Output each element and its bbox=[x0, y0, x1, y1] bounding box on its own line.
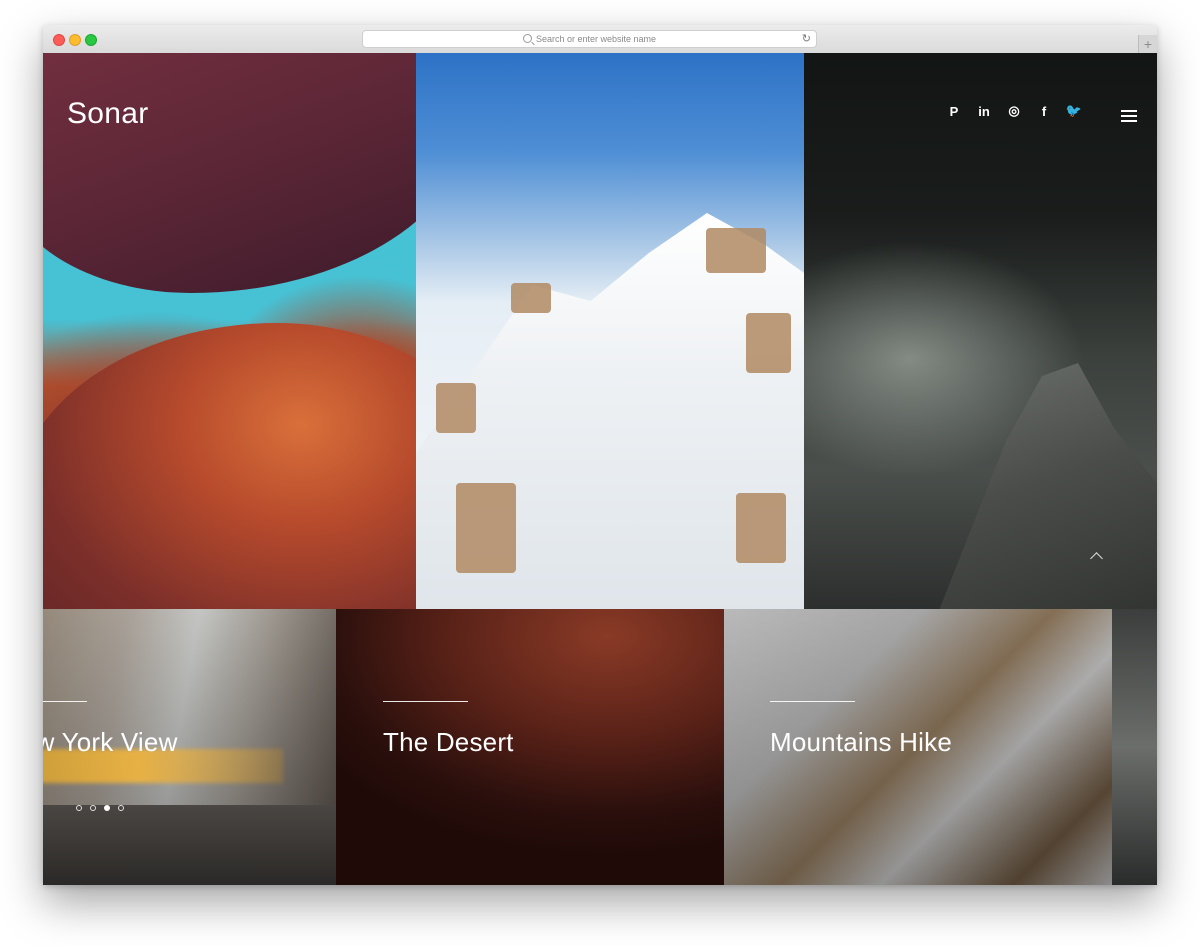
misty-peak-shape bbox=[934, 363, 1157, 609]
menu-bar bbox=[1121, 115, 1137, 117]
rock-shape bbox=[456, 483, 516, 573]
site-logo[interactable]: Sonar bbox=[67, 97, 149, 131]
zoom-window-button[interactable] bbox=[85, 34, 97, 46]
address-bar[interactable]: Search or enter website name ↻ bbox=[362, 30, 817, 48]
chevron-up-icon[interactable] bbox=[1089, 549, 1103, 563]
street-shape bbox=[43, 805, 336, 885]
twitter-icon[interactable]: 🐦 bbox=[1066, 103, 1082, 119]
canyon-arch-shape bbox=[43, 53, 416, 293]
slider-pagination bbox=[76, 805, 124, 811]
card-the-desert[interactable]: The Desert bbox=[336, 609, 724, 885]
menu-bar bbox=[1121, 110, 1137, 112]
card-mountains-hike[interactable]: Mountains Hike bbox=[724, 609, 1112, 885]
pagination-dot-active[interactable] bbox=[104, 805, 110, 811]
browser-window: Search or enter website name ↻ + Sonar P… bbox=[43, 25, 1157, 885]
rock-shape bbox=[736, 493, 786, 563]
reload-icon[interactable]: ↻ bbox=[802, 31, 811, 48]
page-viewport: Sonar P in ◎ f 🐦 New York View The Deser… bbox=[43, 53, 1157, 885]
browser-titlebar: Search or enter website name ↻ + bbox=[43, 25, 1157, 54]
social-links: P in ◎ f 🐦 bbox=[946, 103, 1082, 119]
facebook-icon[interactable]: f bbox=[1036, 103, 1052, 119]
pagination-dot[interactable] bbox=[118, 805, 124, 811]
card-title[interactable]: New York View bbox=[43, 727, 178, 758]
card-title[interactable]: Mountains Hike bbox=[770, 727, 952, 758]
snow-mountain-image-panel[interactable] bbox=[416, 53, 804, 609]
pinterest-icon[interactable]: P bbox=[946, 103, 962, 119]
card-divider bbox=[383, 701, 468, 702]
canyon-image-panel[interactable] bbox=[43, 53, 416, 609]
rock-shape bbox=[511, 283, 551, 313]
minimize-window-button[interactable] bbox=[69, 34, 81, 46]
close-window-button[interactable] bbox=[53, 34, 65, 46]
card-divider bbox=[770, 701, 855, 702]
instagram-icon[interactable]: ◎ bbox=[1006, 103, 1022, 119]
rock-shape bbox=[746, 313, 791, 373]
rock-shape bbox=[706, 228, 766, 273]
menu-icon[interactable] bbox=[1121, 110, 1137, 122]
rock-shape bbox=[436, 383, 476, 433]
pagination-dot[interactable] bbox=[90, 805, 96, 811]
canyon-wave-shape bbox=[43, 323, 416, 609]
card-title[interactable]: The Desert bbox=[383, 727, 514, 758]
card-divider bbox=[43, 701, 87, 702]
pagination-dot[interactable] bbox=[76, 805, 82, 811]
menu-bar bbox=[1121, 120, 1137, 122]
misty-peak-image-panel[interactable] bbox=[804, 53, 1157, 609]
card-partial-next[interactable] bbox=[1112, 609, 1157, 885]
card-new-york-view[interactable]: New York View bbox=[43, 609, 336, 885]
address-placeholder: Search or enter website name bbox=[535, 34, 657, 44]
search-icon bbox=[522, 34, 532, 43]
linkedin-icon[interactable]: in bbox=[976, 103, 992, 119]
new-tab-button[interactable]: + bbox=[1138, 35, 1157, 53]
